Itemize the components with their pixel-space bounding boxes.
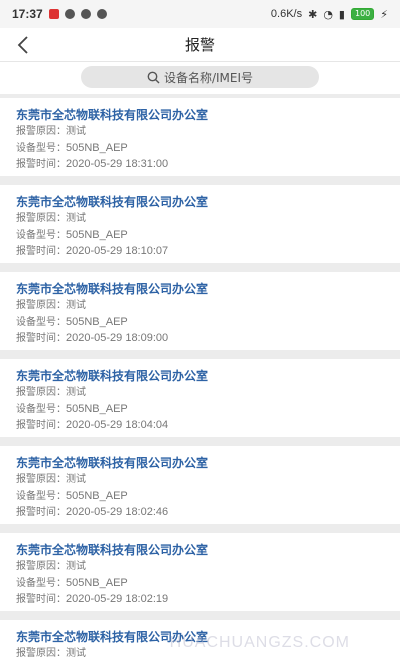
alarm-time-label: 报警时间：: [16, 333, 66, 344]
alarm-reason-value: 测试: [66, 213, 86, 224]
search-input[interactable]: 设备名称/IMEI号: [81, 66, 319, 88]
signal-icon: ▮: [338, 7, 345, 21]
alarm-time-value: 2020-05-29 18:02:46: [66, 506, 169, 518]
alarm-model-value: 505NB_AEP: [66, 142, 128, 154]
battery-icon: 100: [350, 8, 375, 20]
alarm-reason: 报警原因：测试: [16, 298, 384, 314]
alarm-model-value: 505NB_AEP: [66, 229, 128, 241]
alarm-reason: 报警原因：测试: [16, 211, 384, 227]
alarm-time-value: 2020-05-29 18:31:00: [66, 158, 169, 170]
status-bar: 17:37 0.6K/s ✱ ◔ ▮ 100 ⚡: [0, 0, 400, 28]
alarm-model-label: 设备型号：: [16, 317, 66, 328]
alarm-reason: 报警原因：测试: [16, 559, 384, 575]
alarm-device-name: 东莞市全芯物联科技有限公司办公室: [16, 456, 209, 470]
search-bar-container: 设备名称/IMEI号: [0, 62, 400, 94]
alarm-time-value: 2020-05-29 18:09:00: [66, 332, 169, 344]
alarm-model-value: 505NB_AEP: [66, 316, 128, 328]
alarm-time-value: 2020-05-29 18:10:07: [66, 245, 169, 257]
alarm-reason-label: 报警原因：: [16, 474, 66, 485]
alarm-model: 设备型号：505NB_AEP: [16, 401, 384, 417]
alarm-device-name: 东莞市全芯物联科技有限公司办公室: [16, 195, 209, 209]
nav-bar: 报警: [0, 28, 400, 62]
alarm-time-label: 报警时间：: [16, 159, 66, 170]
search-placeholder: 设备名称/IMEI号: [163, 70, 254, 85]
status-bar-right: 0.6K/s ✱ ◔ ▮ 100 ⚡: [271, 8, 388, 21]
alarm-reason-value: 测试: [66, 387, 86, 398]
alarm-reason-label: 报警原因：: [16, 561, 66, 572]
alarm-model: 设备型号：505NB_AEP: [16, 575, 384, 591]
alarm-time: 报警时间：2020-05-29 18:09:00: [16, 330, 384, 346]
alarm-reason-value: 测试: [66, 648, 86, 659]
alarm-model: 设备型号：505NB_AEP: [16, 314, 384, 330]
alarm-time-label: 报警时间：: [16, 594, 66, 605]
charging-icon: ⚡: [380, 7, 388, 21]
alarm-model: 设备型号：505NB_AEP: [16, 140, 384, 156]
alarm-model-label: 设备型号：: [16, 230, 66, 241]
alarm-card[interactable]: 东莞市全芯物联科技有限公司办公室 报警原因：测试 设备型号：505NB_AEP …: [0, 272, 400, 350]
alarm-reason: 报警原因：测试: [16, 472, 384, 488]
alarm-device-name: 东莞市全芯物联科技有限公司办公室: [16, 543, 209, 557]
network-speed: 0.6K/s: [270, 8, 303, 20]
alarm-time: 报警时间：2020-05-29 18:04:04: [16, 417, 384, 433]
alarm-reason-label: 报警原因：: [16, 648, 66, 659]
search-icon: [147, 71, 160, 83]
alarm-reason: 报警原因：测试: [16, 385, 384, 401]
page-title: 报警: [184, 36, 215, 54]
alarm-reason-value: 测试: [66, 300, 86, 311]
alarm-model-value: 505NB_AEP: [66, 490, 128, 502]
alarm-reason-label: 报警原因：: [16, 213, 66, 224]
alarm-card[interactable]: 东莞市全芯物联科技有限公司办公室 报警原因：测试 设备型号：505NB_AEP …: [0, 98, 400, 176]
alarm-card[interactable]: 东莞市全芯物联科技有限公司办公室 报警原因：测试 设备型号：505NB_AEP …: [0, 533, 400, 611]
alarm-time-label: 报警时间：: [16, 246, 66, 257]
alarm-clock-icon: ◔: [323, 7, 333, 21]
alarm-reason-value: 测试: [66, 126, 86, 137]
alarm-list: 东莞市全芯物联科技有限公司办公室 报警原因：测试 设备型号：505NB_AEP …: [0, 94, 400, 666]
status-time: 17:37: [12, 7, 43, 21]
alarm-time-value: 2020-05-29 18:02:19: [66, 593, 169, 605]
alarm-time: 报警时间：2020-05-29 18:02:46: [16, 504, 384, 520]
alarm-model: 设备型号：505NB_AEP: [16, 488, 384, 504]
chat-icon: [64, 9, 75, 19]
alarm-model-label: 设备型号：: [16, 491, 66, 502]
alarm-model-value: 505NB_AEP: [66, 577, 128, 589]
alarm-card[interactable]: 东莞市全芯物联科技有限公司办公室 报警原因：测试 设备型号：505NB_AEP …: [0, 185, 400, 263]
app-icon: [96, 9, 107, 19]
alarm-device-name: 东莞市全芯物联科技有限公司办公室: [16, 369, 209, 383]
message-icon: [80, 9, 91, 19]
alarm-reason-label: 报警原因：: [16, 126, 66, 137]
alarm-time-value: 2020-05-29 18:04:04: [66, 419, 169, 431]
alarm-model-label: 设备型号：: [16, 404, 66, 415]
alarm-reason: 报警原因：测试: [16, 124, 384, 140]
back-button[interactable]: [12, 34, 34, 56]
chevron-left-icon: [17, 36, 28, 54]
alarm-card[interactable]: 东莞市全芯物联科技有限公司办公室 报警原因：测试 设备型号：505NB_AEP …: [0, 446, 400, 524]
alarm-time-label: 报警时间：: [16, 507, 66, 518]
watermark: HUACHUANGZS.COM: [169, 634, 350, 651]
alarm-model: 设备型号：505NB_AEP: [16, 227, 384, 243]
notification-icon: [48, 9, 59, 19]
alarm-device-name: 东莞市全芯物联科技有限公司办公室: [16, 108, 209, 122]
alarm-model-label: 设备型号：: [16, 143, 66, 154]
bluetooth-icon: ✱: [308, 7, 318, 21]
alarm-time: 报警时间：2020-05-29 18:31:00: [16, 156, 384, 172]
alarm-model-value: 505NB_AEP: [66, 403, 128, 415]
alarm-time-label: 报警时间：: [16, 420, 66, 431]
alarm-reason-value: 测试: [66, 474, 86, 485]
alarm-reason-label: 报警原因：: [16, 387, 66, 398]
alarm-time: 报警时间：2020-05-29 18:02:19: [16, 591, 384, 607]
alarm-model-label: 设备型号：: [16, 578, 66, 589]
status-bar-left: 17:37: [12, 7, 107, 21]
alarm-device-name: 东莞市全芯物联科技有限公司办公室: [16, 282, 209, 296]
alarm-time: 报警时间：2020-05-29 18:10:07: [16, 243, 384, 259]
alarm-reason-label: 报警原因：: [16, 300, 66, 311]
alarm-card[interactable]: 东莞市全芯物联科技有限公司办公室 报警原因：测试 设备型号：505NB_AEP …: [0, 359, 400, 437]
alarm-reason-value: 测试: [66, 561, 86, 572]
